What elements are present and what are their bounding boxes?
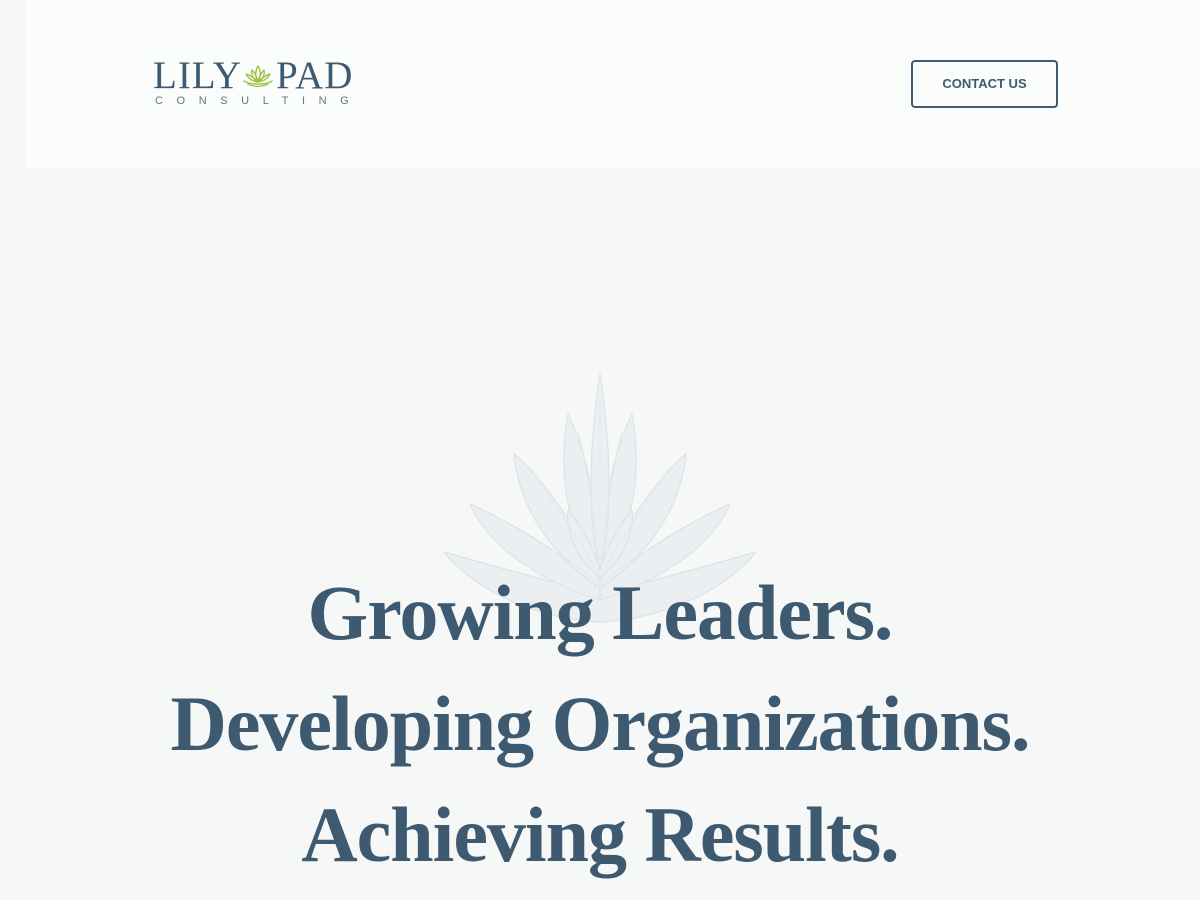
logo-subtitle: CONSULTING: [155, 95, 363, 107]
site-header: LILY PAD CONSULTING CONTACT US: [0, 0, 1200, 168]
headline-line-3: Achieving Results.: [301, 791, 899, 878]
headline-line-2: Developing Organizations.: [170, 680, 1030, 767]
lotus-icon: [243, 65, 273, 87]
headline-line-1: Growing Leaders.: [307, 569, 894, 656]
logo-word-lily: LILY: [153, 54, 242, 97]
logo-word-pad: PAD: [276, 54, 354, 97]
contact-us-button[interactable]: CONTACT US: [911, 60, 1058, 108]
site-logo[interactable]: LILY PAD CONSULTING: [153, 56, 363, 112]
